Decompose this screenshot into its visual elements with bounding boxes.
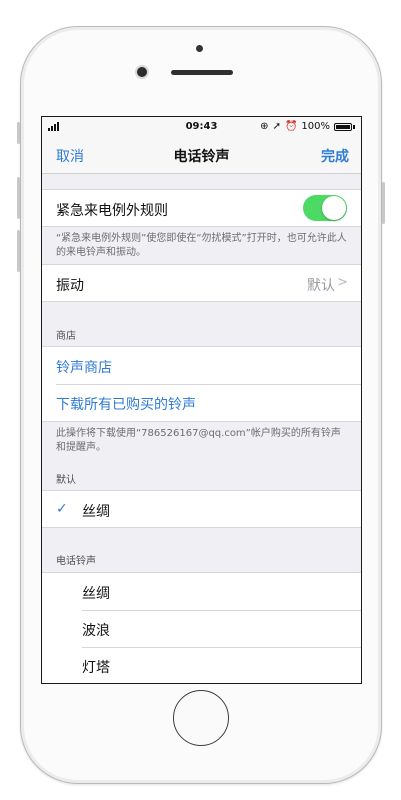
default-section-header: 默认 <box>56 475 76 486</box>
status-bar: 09:43 ⊕ ➚ ⏰ 100% <box>42 117 361 137</box>
store-section-header: 商店 <box>56 331 76 342</box>
divider <box>82 647 361 648</box>
done-button[interactable]: 完成 <box>321 146 349 166</box>
alarm-icon: ⊕ <box>260 121 269 132</box>
ringtone-item[interactable]: 丝绸 <box>82 583 110 603</box>
front-camera <box>137 67 147 77</box>
emergency-bypass-note: “紧急来电例外规则”使您即使在“勿扰模式”打开时，也可允许此人的来电铃声和振动。 <box>56 233 347 258</box>
toggle-knob <box>322 196 346 220</box>
divider <box>56 384 361 385</box>
mute-switch <box>17 122 20 144</box>
alarm-clock-icon: ⏰ <box>284 121 298 132</box>
cancel-button[interactable]: 取消 <box>56 146 84 166</box>
emergency-bypass-label: 紧急来电例外规则 <box>56 203 168 219</box>
proximity-sensor <box>196 45 203 52</box>
download-all-purchased-link[interactable]: 下载所有已购买的铃声 <box>56 394 196 414</box>
location-icon: ➚ <box>272 121 281 132</box>
vibration-value: 默认 <box>307 278 335 294</box>
ringtones-group: 丝绸 波浪 灯塔 <box>42 572 361 683</box>
store-note: 此操作将下载使用“786526167@qq.com”帐户购买的所有铃声和提醒声。 <box>56 428 341 453</box>
chevron-right-icon: > <box>337 275 348 290</box>
status-indicators: ⊕ ➚ ⏰ 100% <box>260 121 355 132</box>
screen: 09:43 ⊕ ➚ ⏰ 100% 取消 电话铃声 完成 紧急来电例外规则 “紧急… <box>41 116 362 684</box>
ringtones-section-header: 电话铃声 <box>56 556 96 567</box>
divider <box>82 610 361 611</box>
home-button[interactable] <box>173 690 229 746</box>
emergency-bypass-toggle[interactable] <box>303 195 347 221</box>
power-button <box>382 182 385 224</box>
page-title: 电话铃声 <box>173 149 230 165</box>
earpiece-speaker <box>171 70 233 75</box>
battery-cap <box>353 124 355 129</box>
default-tone-label: 丝绸 <box>82 504 110 520</box>
store-group: 铃声商店 下载所有已购买的铃声 <box>42 346 361 422</box>
ringtone-item[interactable]: 波浪 <box>82 620 110 640</box>
vibration-row[interactable]: 振动 默认 > <box>42 264 361 302</box>
checkmark-icon: ✓ <box>56 501 68 517</box>
battery-icon <box>334 122 352 131</box>
vibration-label: 振动 <box>56 278 84 294</box>
battery-percent: 100% <box>301 121 330 132</box>
volume-down-button <box>17 230 20 272</box>
emergency-bypass-row: 紧急来电例外规则 <box>42 189 361 227</box>
volume-up-button <box>17 177 20 219</box>
ringtone-item[interactable]: 灯塔 <box>82 657 110 677</box>
tone-store-link[interactable]: 铃声商店 <box>56 357 112 377</box>
default-tone-row[interactable]: ✓ 丝绸 <box>42 490 361 528</box>
navigation-bar: 取消 电话铃声 完成 <box>42 137 361 174</box>
